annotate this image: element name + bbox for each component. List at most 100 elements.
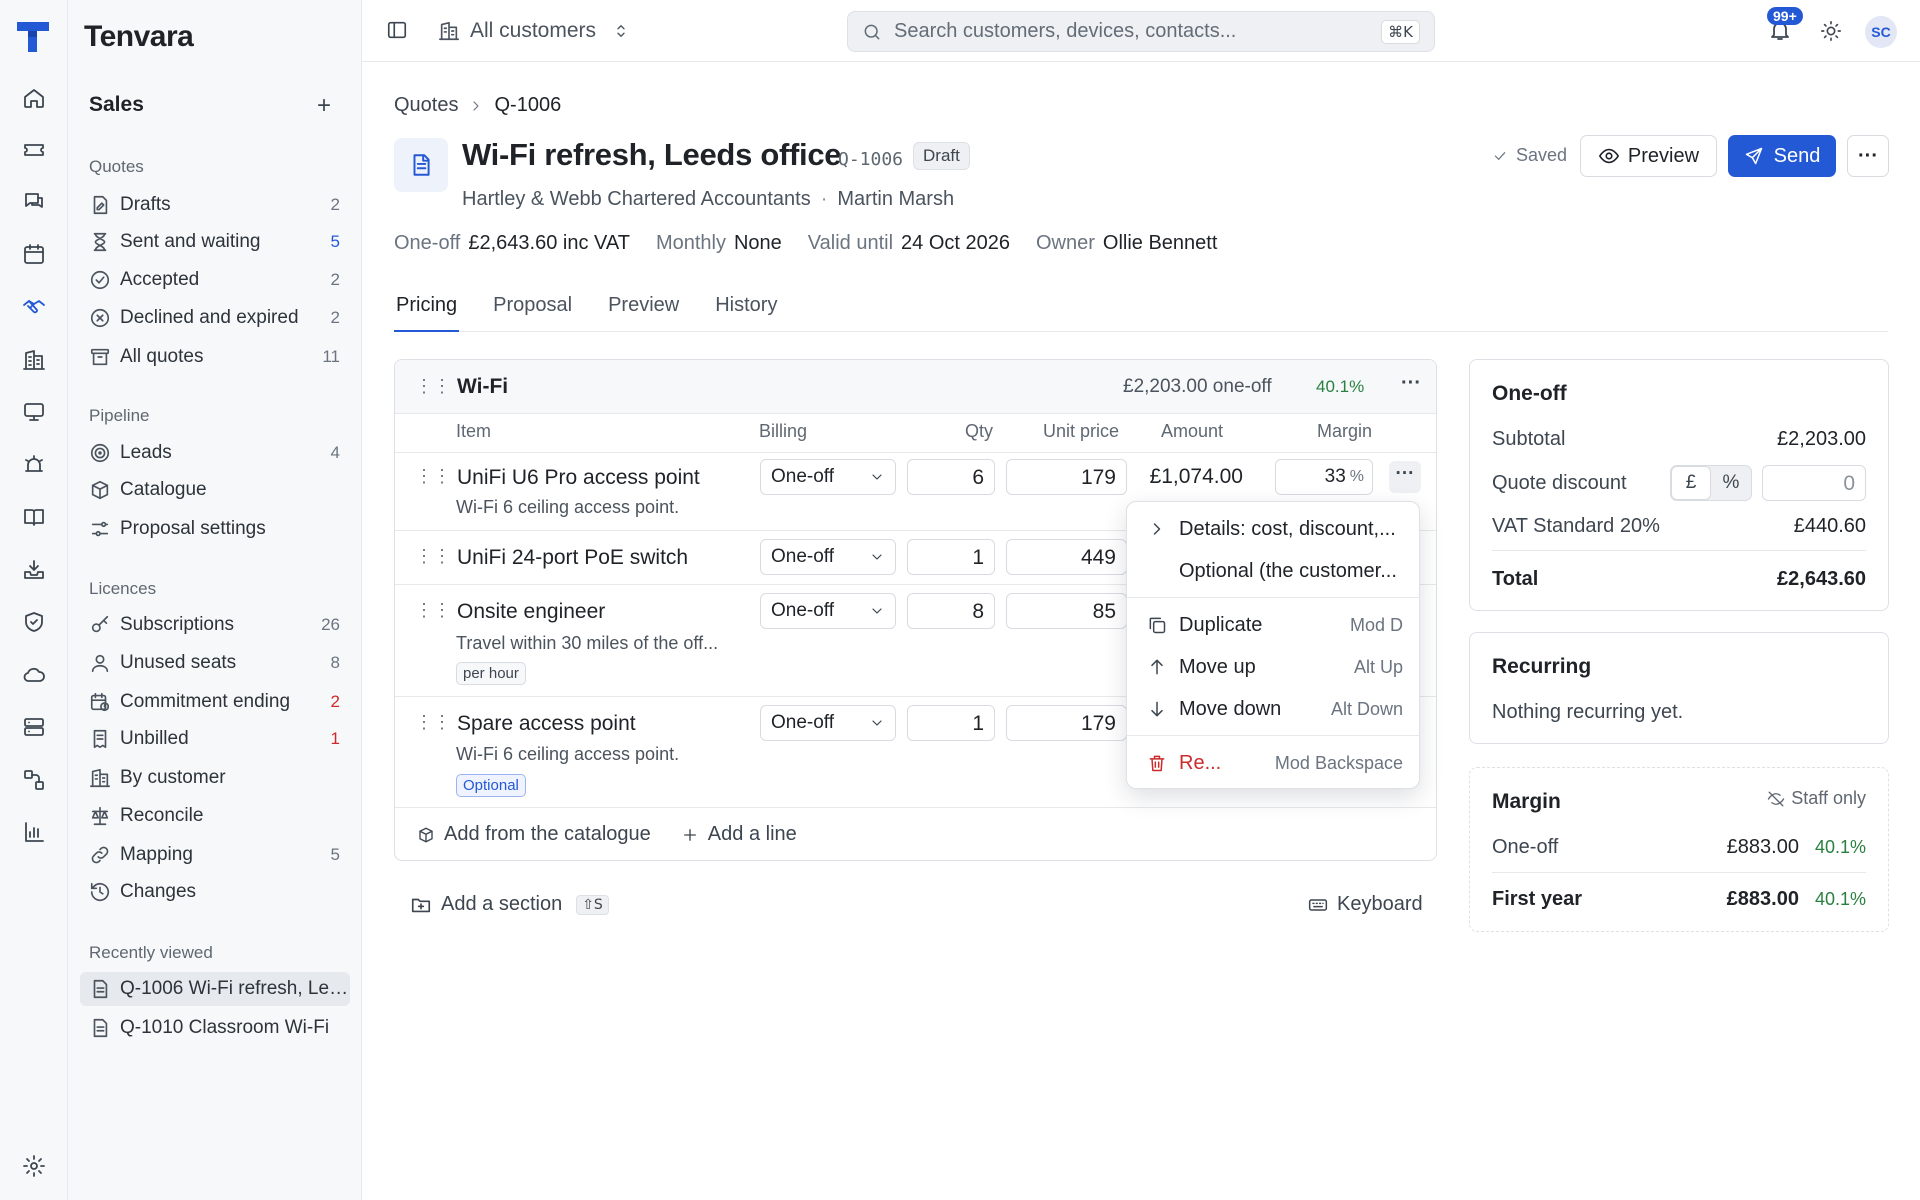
drag-handle-icon[interactable]: ⋮⋮ (415, 600, 451, 620)
workflow-icon[interactable] (20, 766, 48, 794)
sidebar-item-drafts[interactable]: Drafts 2 (80, 188, 350, 222)
billing-select[interactable]: One-off (760, 593, 896, 629)
add-icon[interactable]: + (317, 92, 331, 120)
quantity-input[interactable]: 8 (907, 593, 995, 629)
menu-item-move-down[interactable]: Move down Alt Down (1127, 690, 1419, 728)
chat-icon[interactable] (20, 188, 48, 216)
section-more-icon[interactable]: ··· (1401, 372, 1421, 395)
sidebar-item-commitment-ending[interactable]: Commitment ending 2 (80, 685, 350, 719)
tab-proposal[interactable]: Proposal (491, 290, 574, 332)
search-input[interactable]: Search customers, devices, contacts... ⌘… (847, 11, 1435, 52)
keyboard-shortcuts-button[interactable]: Keyboard (1308, 893, 1423, 916)
billing-select[interactable]: One-off (760, 539, 896, 575)
line-item-description[interactable]: Wi-Fi 6 ceiling access point. (456, 497, 679, 518)
cloud-icon[interactable] (20, 661, 48, 689)
sidebar-item-accepted[interactable]: Accepted 2 (80, 263, 350, 297)
line-item-name[interactable]: UniFi 24-port PoE switch (457, 546, 688, 570)
discount-input[interactable]: 0 (1762, 465, 1866, 501)
margin-input[interactable]: 33% (1275, 459, 1373, 495)
server-icon[interactable] (20, 713, 48, 741)
customer-scope-select[interactable]: All customers (438, 16, 630, 46)
unit-price-input[interactable]: 179 (1006, 459, 1127, 495)
sidebar-item-subscriptions[interactable]: Subscriptions 26 (80, 608, 350, 642)
line-item-name[interactable]: Onsite engineer (457, 600, 605, 624)
recent-item-q-1006[interactable]: Q-1006 Wi-Fi refresh, Leeds office (80, 972, 350, 1006)
line-item-description[interactable]: Wi-Fi 6 ceiling access point. (456, 744, 679, 765)
unit-price-input[interactable]: 449 (1006, 539, 1127, 575)
meta-valid-value[interactable]: 24 Oct 2026 (901, 232, 1010, 255)
section-name[interactable]: Wi-Fi (457, 375, 508, 399)
menu-item-shortcut: Alt Up (1353, 656, 1403, 677)
sidebar-item-unused-seats[interactable]: Unused seats 8 (80, 646, 350, 680)
tab-pricing[interactable]: Pricing (394, 290, 460, 332)
book-icon[interactable] (20, 503, 48, 531)
sidebar-toggle-icon[interactable] (386, 19, 408, 41)
sidebar-item-declined-and-expired[interactable]: Declined and expired 2 (80, 301, 350, 335)
chart-icon[interactable] (20, 818, 48, 846)
quantity-input[interactable]: 6 (907, 459, 995, 495)
add-from-catalogue-button[interactable]: Add from the catalogue (417, 823, 651, 846)
add-line-button[interactable]: Add a line (681, 823, 797, 846)
meta-owner-value[interactable]: Ollie Bennett (1103, 232, 1218, 255)
add-section-button[interactable]: Add a section ⇧S (410, 893, 609, 916)
quantity-input[interactable]: 1 (907, 705, 995, 741)
row-more-icon[interactable]: ··· (1389, 461, 1421, 493)
breadcrumb-parent[interactable]: Quotes (394, 94, 458, 117)
send-button[interactable]: Send (1728, 135, 1836, 177)
handshake-icon[interactable] (20, 293, 48, 321)
avatar[interactable]: SC (1865, 16, 1897, 48)
sidebar-item-count: 1 (330, 729, 340, 748)
line-item-description[interactable]: Travel within 30 miles of the off... (456, 633, 718, 654)
unit-price-input[interactable]: 179 (1006, 705, 1127, 741)
menu-item-optional[interactable]: Optional (the customer... (1127, 552, 1419, 590)
sidebar-item-catalogue[interactable]: Catalogue (80, 473, 350, 507)
discount-mode-percent[interactable]: % (1711, 466, 1751, 500)
status-badge: Draft (913, 142, 970, 170)
settings-icon[interactable] (20, 1152, 48, 1180)
drag-handle-icon[interactable]: ⋮⋮ (415, 546, 451, 566)
sidebar-item-by-customer[interactable]: By customer (80, 761, 350, 795)
menu-item-remove[interactable]: Re... Mod Backspace (1127, 744, 1419, 782)
menu-item-details[interactable]: Details: cost, discount,... (1127, 510, 1419, 548)
search-icon (862, 22, 882, 42)
contact-link[interactable]: Martin Marsh (837, 188, 954, 210)
preview-button[interactable]: Preview (1580, 135, 1717, 177)
billing-select[interactable]: One-off (760, 459, 896, 495)
line-item-name[interactable]: UniFi U6 Pro access point (457, 466, 700, 490)
line-item-name[interactable]: Spare access point (457, 712, 636, 736)
calendar-icon[interactable] (20, 240, 48, 268)
sidebar-item-mapping[interactable]: Mapping 5 (80, 838, 350, 872)
menu-item-move-up[interactable]: Move up Alt Up (1127, 648, 1419, 686)
drag-handle-icon[interactable]: ⋮⋮ (415, 466, 451, 486)
sidebar-item-changes[interactable]: Changes (80, 875, 350, 909)
home-icon[interactable] (20, 84, 48, 112)
sidebar-item-reconcile[interactable]: Reconcile (80, 799, 350, 833)
inbox-icon[interactable] (20, 556, 48, 584)
drag-handle-icon[interactable]: ⋮⋮ (415, 376, 451, 396)
menu-item-duplicate[interactable]: Duplicate Mod D (1127, 606, 1419, 644)
discount-mode-toggle[interactable]: £% (1670, 465, 1752, 501)
alarm-icon[interactable] (20, 451, 48, 479)
tab-history[interactable]: History (713, 290, 779, 332)
drag-handle-icon[interactable]: ⋮⋮ (415, 712, 451, 732)
tenvara-logo[interactable] (15, 18, 51, 54)
building-icon[interactable] (20, 346, 48, 374)
sidebar-item-leads[interactable]: Leads 4 (80, 436, 350, 470)
unit-price-input[interactable]: 85 (1006, 593, 1127, 629)
tab-preview[interactable]: Preview (606, 290, 681, 332)
sidebar-item-proposal-settings[interactable]: Proposal settings (80, 512, 350, 546)
ticket-icon[interactable] (20, 136, 48, 164)
customer-link[interactable]: Hartley & Webb Chartered Accountants (462, 188, 811, 210)
discount-mode-pounds[interactable]: £ (1671, 466, 1711, 500)
add-section-shortcut: ⇧S (576, 894, 609, 915)
sidebar-item-all-quotes[interactable]: All quotes 11 (80, 340, 350, 374)
billing-select[interactable]: One-off (760, 705, 896, 741)
monitor-icon[interactable] (20, 398, 48, 426)
sidebar-item-sent-and-waiting[interactable]: Sent and waiting 5 (80, 225, 350, 259)
quantity-input[interactable]: 1 (907, 539, 995, 575)
sidebar-item-unbilled[interactable]: Unbilled 1 (80, 722, 350, 756)
more-actions-button[interactable]: ··· (1847, 135, 1889, 177)
sun-icon[interactable] (1820, 20, 1842, 42)
shield-icon[interactable] (20, 608, 48, 636)
recent-item-q-1010[interactable]: Q-1010 Classroom Wi-Fi (80, 1011, 350, 1045)
